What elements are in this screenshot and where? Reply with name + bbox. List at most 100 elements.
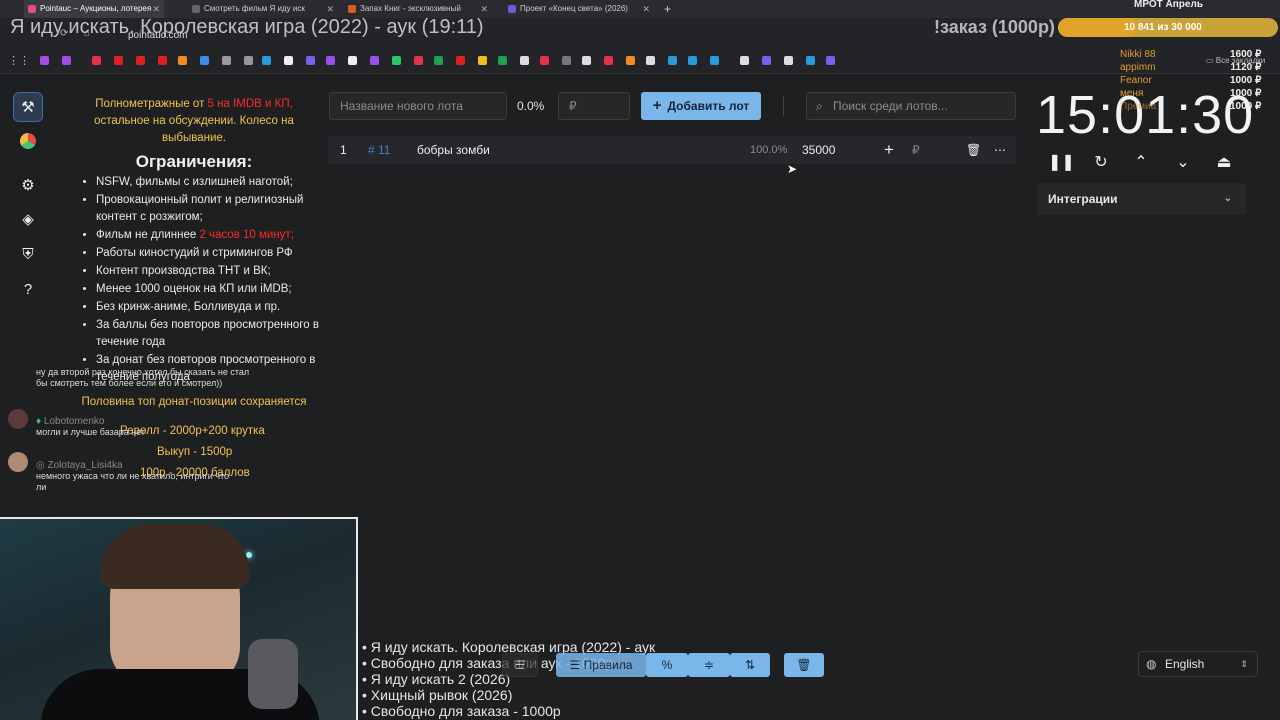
bookmark-icon[interactable] bbox=[520, 56, 529, 65]
bookmark-icon[interactable] bbox=[710, 56, 719, 65]
bookmark-icon[interactable] bbox=[784, 56, 793, 65]
bookmark-icon[interactable] bbox=[826, 56, 835, 65]
lot-rank: 1 bbox=[340, 143, 347, 157]
eject-icon[interactable]: ⏏ bbox=[1213, 152, 1235, 174]
rules-button[interactable]: ☰ Правила bbox=[556, 653, 646, 677]
bookmark-icon[interactable] bbox=[392, 56, 401, 65]
more-options-icon[interactable]: ⋯ bbox=[994, 136, 1006, 164]
restriction-item: Провокационный полит и религиозный конте… bbox=[96, 192, 322, 226]
lot-amount[interactable]: 35000 bbox=[802, 136, 835, 164]
keep-rule: Половина топ донат-позиции сохраняется bbox=[81, 396, 307, 408]
sort-button[interactable]: ⇅ bbox=[730, 653, 770, 677]
bookmark-icon[interactable] bbox=[456, 56, 465, 65]
delete-icon[interactable]: 🗑 bbox=[966, 136, 981, 164]
lot-name[interactable]: бобры зомби bbox=[417, 136, 490, 164]
apps-grid-icon[interactable]: ⋮⋮ bbox=[8, 54, 30, 67]
settings-gear-icon[interactable]: ⚙ bbox=[13, 170, 43, 200]
percent-button[interactable]: % bbox=[646, 653, 688, 677]
restrictions-heading: Ограничения: bbox=[135, 152, 253, 171]
bookmark-icon[interactable] bbox=[478, 56, 487, 65]
bookmark-icon[interactable] bbox=[370, 56, 379, 65]
pause-icon[interactable]: ❚❚ bbox=[1048, 152, 1075, 174]
donor-amounts: 1600 ₽ 1120 ₽ 1000 ₽ 1000 ₽ 1000 ₽ bbox=[1230, 48, 1261, 113]
restriction-item: За баллы без повторов просмотренного в т… bbox=[96, 317, 322, 351]
restrictions-list: NSFW, фильмы с излишней наготой; Провока… bbox=[66, 174, 322, 386]
donor-name: Nikki 88 bbox=[1120, 49, 1156, 60]
bookmark-icon[interactable] bbox=[434, 56, 443, 65]
project-favicon-icon bbox=[508, 5, 516, 13]
bookmark-icon[interactable] bbox=[604, 56, 613, 65]
restriction-item: NSFW, фильмы с излишней наготой; bbox=[96, 174, 322, 191]
bookmark-icon[interactable] bbox=[62, 56, 71, 65]
bookmark-icon[interactable] bbox=[540, 56, 549, 65]
new-tab-button[interactable]: + bbox=[664, 0, 671, 18]
bookmark-icon[interactable] bbox=[668, 56, 677, 65]
bookmark-icon[interactable] bbox=[178, 56, 187, 65]
integrations-label: Интеграции bbox=[1048, 192, 1118, 206]
add-amount-icon[interactable]: + bbox=[884, 136, 894, 164]
bookmark-icon[interactable] bbox=[262, 56, 271, 65]
queue-item: • Свободно для заказа - 1000р bbox=[362, 703, 561, 719]
wheel-icon[interactable] bbox=[13, 126, 43, 156]
chevron-down-icon[interactable]: ⌄ bbox=[1172, 152, 1194, 174]
chat-message-text: немного ужаса что ли не хватило, интриги… bbox=[36, 471, 230, 492]
restriction-item: Работы киностудий и стримингов РФ bbox=[96, 245, 322, 262]
auction-hammer-icon[interactable]: ⚒ bbox=[13, 92, 43, 122]
lot-percent: 0.0% bbox=[517, 99, 545, 113]
bookmark-icon[interactable] bbox=[114, 56, 123, 65]
bookmark-icon[interactable] bbox=[414, 56, 423, 65]
bookmark-icon[interactable] bbox=[284, 56, 293, 65]
language-select[interactable]: ◍ English ⇕ bbox=[1138, 651, 1258, 677]
bookmark-icon[interactable] bbox=[244, 56, 253, 65]
bookmark-icon[interactable] bbox=[562, 56, 571, 65]
clear-all-button[interactable]: 🗑 bbox=[784, 653, 824, 677]
bookmark-icon[interactable] bbox=[306, 56, 315, 65]
lot-id: # 11 bbox=[368, 143, 391, 157]
bookmark-icon[interactable] bbox=[806, 56, 815, 65]
rules-icon: ☰ bbox=[569, 658, 584, 672]
bookmark-icon[interactable] bbox=[40, 56, 49, 65]
shield-icon[interactable]: ⛨ bbox=[13, 239, 43, 269]
lot-name-input[interactable]: Название нового лота bbox=[329, 92, 507, 120]
bookmark-icon[interactable] bbox=[582, 56, 591, 65]
bookmark-icon[interactable] bbox=[498, 56, 507, 65]
rules-label: Правила bbox=[583, 658, 633, 672]
avatar bbox=[8, 409, 28, 429]
tab-project[interactable]: Проект «Конец света» (2026) ✕ bbox=[504, 0, 654, 18]
chat-message: ♦ Lobotomenko могли и лучше базара нет bbox=[36, 416, 296, 438]
bookmark-icon[interactable] bbox=[646, 56, 655, 65]
bookmark-icon[interactable] bbox=[200, 56, 209, 65]
chevron-up-icon[interactable]: ⌃ bbox=[1130, 152, 1152, 174]
donor-amount: 1000 ₽ bbox=[1230, 101, 1262, 112]
help-icon[interactable]: ? bbox=[13, 274, 43, 304]
bookmark-icon[interactable] bbox=[326, 56, 335, 65]
add-lot-button[interactable]: + Добавить лот bbox=[641, 92, 761, 120]
bookmark-icon[interactable] bbox=[762, 56, 771, 65]
close-tab-icon[interactable]: ✕ bbox=[642, 0, 650, 18]
sort-icon: ⇅ bbox=[744, 658, 756, 672]
bookmark-icon[interactable] bbox=[222, 56, 231, 65]
search-placeholder: Поиск среди лотов... bbox=[833, 99, 948, 113]
donor-amount: 1000 ₽ bbox=[1230, 75, 1262, 86]
chat-username: ◎ Zolotaya_Lisi4ka bbox=[36, 460, 296, 471]
bookmark-icon[interactable] bbox=[688, 56, 697, 65]
history-button[interactable]: ☰ bbox=[502, 653, 538, 677]
restriction-item: Менее 1000 оценок на КП или iMDB; bbox=[96, 281, 322, 298]
bookmark-icon[interactable] bbox=[92, 56, 101, 65]
bookmark-icon[interactable] bbox=[740, 56, 749, 65]
bookmark-icon[interactable] bbox=[626, 56, 635, 65]
split-button[interactable]: ≑ bbox=[688, 653, 730, 677]
lot-amount-input[interactable]: ₽ bbox=[558, 92, 630, 120]
integrations-accordion[interactable]: Интеграции ⌄ bbox=[1037, 183, 1246, 215]
bookmark-icon[interactable] bbox=[158, 56, 167, 65]
lot-row[interactable]: 1 # 11 бобры зомби 100.0% 35000 + ₽ 🗑 ⋯ bbox=[328, 136, 1016, 164]
chat-message-text: ну да второй раз конечно хотел бы сказат… bbox=[36, 367, 250, 388]
search-lots-input[interactable]: ⌕ Поиск среди лотов... bbox=[806, 92, 1016, 120]
chat-message: ◎ Zolotaya_Lisi4ka немного ужаса что ли … bbox=[36, 460, 296, 493]
layers-icon[interactable]: ◈ bbox=[13, 204, 43, 234]
reset-icon[interactable]: ↻ bbox=[1090, 152, 1112, 174]
bookmark-icon[interactable] bbox=[136, 56, 145, 65]
lot-currency: ₽ bbox=[912, 143, 920, 157]
rules-intro: Полнометражные от 5 на IMDB и КП, осталь… bbox=[66, 96, 322, 147]
bookmark-icon[interactable] bbox=[348, 56, 357, 65]
